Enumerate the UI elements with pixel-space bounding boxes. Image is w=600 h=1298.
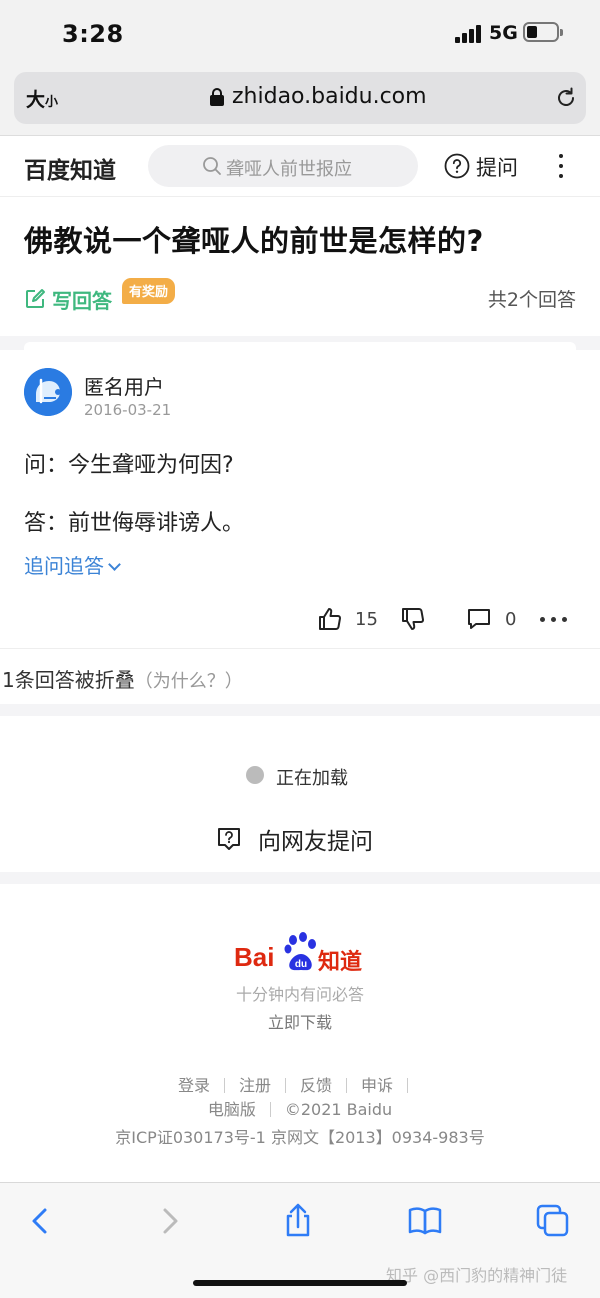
- section-divider: [0, 336, 600, 350]
- comment-icon[interactable]: [466, 606, 492, 632]
- back-icon[interactable]: [22, 1203, 58, 1239]
- text-size-button[interactable]: 大小: [26, 85, 58, 112]
- write-answer-label: 写回答: [52, 289, 112, 313]
- ask-label: 提问: [476, 156, 518, 180]
- svg-text:du: du: [295, 959, 307, 970]
- avatar: [24, 368, 72, 416]
- icp-license: 京ICP证030173号-1 京网文【2013】0934-983号: [115, 1128, 485, 1147]
- baidu-paw-logo: du: [284, 932, 316, 971]
- site-logo-text[interactable]: 百度知道: [24, 151, 116, 185]
- footer-link-feedback[interactable]: 反馈: [300, 1076, 332, 1095]
- footer-links: 登录 注册 反馈 申诉: [0, 1072, 600, 1096]
- folded-answers-link[interactable]: 1条回答被折叠（为什么？）: [2, 664, 243, 693]
- anonymous-avatar-icon: [24, 368, 72, 416]
- baidu-zhidao-logo[interactable]: Bai du 知道: [234, 930, 368, 976]
- copyright: ©2021 Baidu: [284, 1100, 393, 1119]
- screen: 3:28 5G 大小 zhidao.baidu.com 百度知道 聋哑人前世报应…: [0, 0, 600, 1298]
- thumbs-down-icon[interactable]: [400, 606, 426, 632]
- user-name: 匿名用户: [84, 375, 164, 399]
- follow-up-link[interactable]: 追问追答: [24, 550, 121, 579]
- answer-count: 共2个回答: [487, 289, 576, 311]
- address-bar[interactable]: 大小 zhidao.baidu.com: [14, 72, 586, 124]
- signal-icon: [455, 25, 485, 43]
- more-icon[interactable]: [540, 617, 568, 623]
- search-input[interactable]: 聋哑人前世报应: [148, 145, 418, 187]
- home-indicator[interactable]: [193, 1280, 407, 1286]
- loading-label: 正在加载: [276, 768, 348, 789]
- question-bubble-icon: [218, 828, 240, 850]
- question-icon: [444, 153, 470, 179]
- reload-icon[interactable]: [554, 86, 578, 110]
- loading-spinner-icon: [246, 766, 264, 784]
- site-header: 百度知道 聋哑人前世报应 提问: [0, 137, 600, 197]
- url-text[interactable]: zhidao.baidu.com: [232, 84, 427, 109]
- section-divider: [0, 704, 600, 716]
- thumbs-up-icon[interactable]: [317, 606, 343, 632]
- status-bar: 3:28 5G: [0, 0, 600, 66]
- answer-date: 2016-03-21: [84, 401, 172, 419]
- footer-row: 电脑版 ©2021 Baidu: [0, 1096, 600, 1120]
- share-icon[interactable]: [280, 1203, 316, 1239]
- watermark: 知乎 @西门豹的精神门徒: [386, 1266, 568, 1285]
- forward-icon[interactable]: [152, 1203, 188, 1239]
- footer-link-register[interactable]: 注册: [239, 1076, 271, 1095]
- bookmarks-icon[interactable]: [407, 1203, 443, 1239]
- network-type: 5G: [489, 22, 518, 44]
- answer-paragraph: 问：今生聋哑为何因?: [24, 453, 234, 478]
- comment-count: 0: [505, 609, 517, 630]
- slogan: 十分钟内有问必答: [235, 985, 364, 1004]
- browser-address-area: 大小 zhidao.baidu.com: [0, 66, 600, 136]
- battery-icon: [523, 22, 563, 42]
- section-divider: [0, 872, 600, 884]
- more-icon[interactable]: [555, 154, 567, 180]
- why-folded-link[interactable]: （为什么？）: [135, 671, 243, 692]
- search-placeholder: 聋哑人前世报应: [226, 159, 352, 180]
- tabs-icon[interactable]: [535, 1203, 571, 1239]
- reward-badge: 有奖励: [122, 278, 176, 304]
- download-link[interactable]: 立即下载: [0, 1009, 600, 1033]
- edit-icon: [26, 289, 45, 308]
- answer-actions: 15 0: [0, 600, 600, 640]
- like-count: 15: [355, 609, 378, 630]
- desktop-version-link[interactable]: 电脑版: [208, 1100, 256, 1119]
- footer-link-login[interactable]: 登录: [178, 1076, 210, 1095]
- answer-paragraph: 答：前世侮辱诽谤人。: [24, 511, 245, 536]
- footer-link-appeal[interactable]: 申诉: [361, 1076, 393, 1095]
- search-icon: [203, 157, 221, 175]
- lock-icon: [210, 88, 224, 106]
- divider: [0, 648, 600, 649]
- chevron-down-icon: [108, 558, 121, 571]
- loading-indicator: 正在加载: [246, 764, 446, 789]
- question-title: 佛教说一个聋哑人的前世是怎样的?: [24, 224, 484, 258]
- status-time: 3:28: [62, 20, 124, 48]
- ask-friends-label: 向网友提问: [258, 829, 373, 855]
